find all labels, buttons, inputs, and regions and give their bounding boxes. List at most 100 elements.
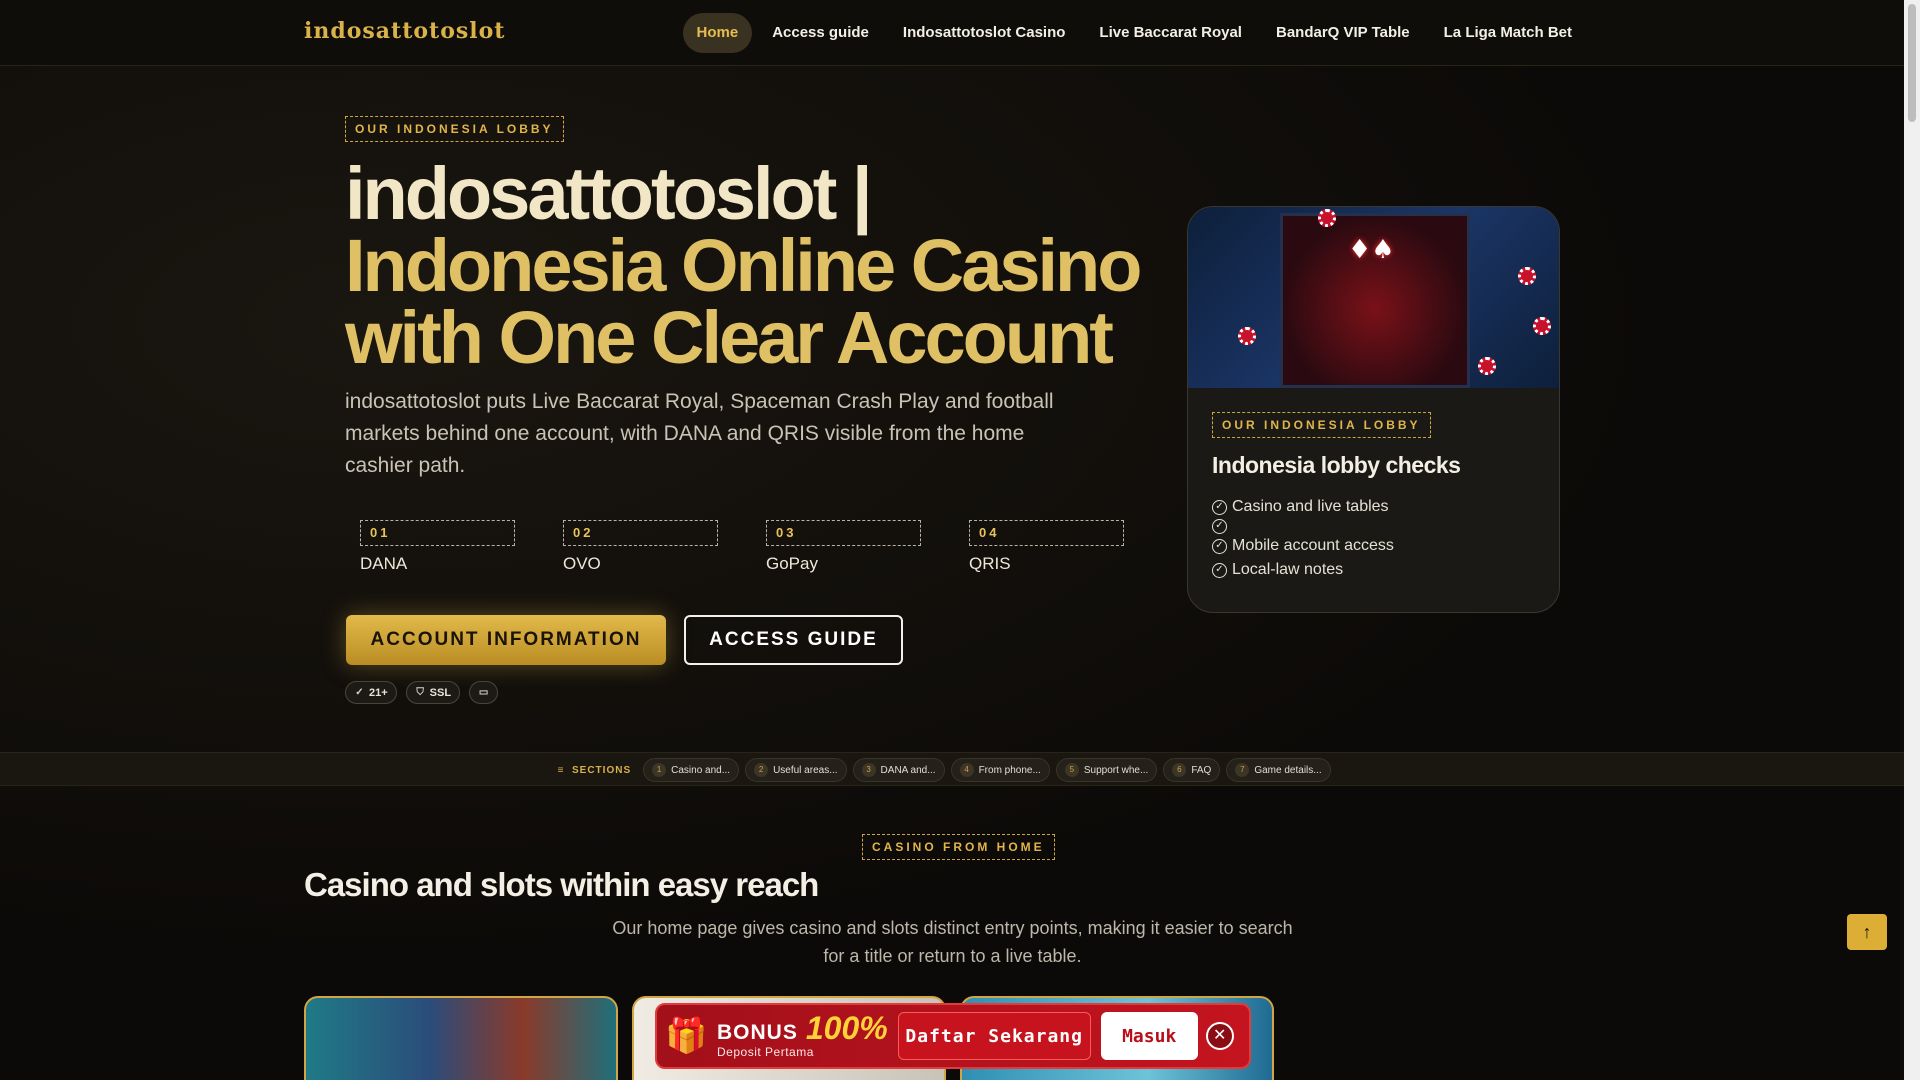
hero-lead: indosattotoslot puts Live Baccarat Royal… [345, 390, 1054, 477]
check-item: ✓ [1212, 519, 1535, 534]
payment-item-dana: 01 DANA [360, 520, 515, 574]
section-chip[interactable]: 5 Support whe... [1055, 758, 1158, 782]
shield-icon: ⛉ [416, 687, 424, 698]
payment-item-qris: 04 QRIS [969, 520, 1124, 574]
payment-name: GoPay [766, 554, 818, 573]
scrollbar-thumb[interactable] [1908, 4, 1916, 122]
hero-tag: OUR INDONESIA LOBBY [345, 116, 564, 142]
payment-item-ovo: 02 OVO [563, 520, 718, 574]
arrow-up-icon: ↑ [1862, 922, 1872, 942]
gift-icon: 🎁 [665, 1017, 708, 1055]
bonus-subtitle: Deposit Pertama [717, 1045, 814, 1059]
casino-tag-wrap: CASINO FROM HOME [862, 834, 1055, 860]
chip-graphic [1518, 267, 1536, 285]
chip-graphic [1318, 209, 1336, 227]
section-chip-number: 1 [652, 763, 667, 777]
close-icon[interactable]: ✕ [1205, 1022, 1234, 1050]
nav-access-guide[interactable]: Access guide [758, 13, 883, 53]
section-chip-label: Casino and... [671, 764, 731, 776]
access-guide-button[interactable]: ACCESS GUIDE [684, 615, 903, 665]
section-chip-number: 4 [959, 763, 974, 777]
hero-buttons: ACCOUNT INFORMATION ACCESS GUIDE [346, 615, 903, 665]
hero-title: indosattotoslot | Indonesia Online Casin… [345, 152, 1145, 379]
payment-number: 01 [360, 520, 515, 546]
section-chip[interactable]: 2 Useful areas... [745, 758, 847, 782]
section-chip[interactable]: 3 DANA and... [852, 758, 945, 782]
check-icon: ✓ [1212, 538, 1227, 554]
nav-live-baccarat[interactable]: Live Baccarat Royal [1085, 13, 1256, 53]
check-item-label: Local-law notes [1232, 561, 1344, 578]
lobby-card-tag: OUR INDONESIA LOBBY [1212, 412, 1431, 438]
section-chip-label: Support whe... [1083, 764, 1149, 776]
check-icon: ✓ [1212, 499, 1227, 515]
nav-home[interactable]: Home [682, 13, 753, 53]
hero-title-line-1: indosattotoslot | [345, 152, 873, 235]
section-chip-number: 2 [754, 763, 769, 777]
lobby-card-title: Indonesia lobby checks [1212, 452, 1461, 478]
payment-number: 02 [563, 520, 718, 546]
hero-title-line-2: Indonesia Online Casino [345, 224, 1142, 307]
payment-number: 03 [766, 520, 921, 546]
lobby-check-list: ✓ Casino and live tables ✓ ✓ Mobile accoun… [1212, 495, 1535, 582]
section-chip-label: Game details... [1254, 764, 1322, 776]
nav-bandarq[interactable]: BandarQ VIP Table [1262, 13, 1424, 53]
game-card[interactable] [304, 996, 618, 1080]
hero-tag-wrap: OUR INDONESIA LOBBY [345, 116, 564, 142]
nav-casino[interactable]: Indosattotoslot Casino [889, 13, 1080, 53]
lobby-card: ♦♠ OUR INDONESIA LOBBY Indonesia lobby c… [1187, 206, 1560, 613]
casino-cards-image: ♦♠ [1188, 207, 1559, 388]
payment-name: OVO [563, 554, 601, 573]
card-badge: ▭ [469, 681, 499, 704]
section-chip-label: FAQ [1191, 764, 1212, 776]
payment-item-gopay: 03 GoPay [766, 520, 921, 574]
section-chip-label: DANA and... [880, 764, 936, 776]
check-item-label: Casino and live tables [1232, 498, 1389, 515]
section-chip[interactable]: 1 Casino and... [643, 758, 740, 782]
check-item: ✓ Mobile account access [1212, 534, 1535, 558]
age-badge-label: 21+ [369, 686, 388, 699]
scrollbar[interactable] [1904, 0, 1920, 1080]
section-chip[interactable]: 4 From phone... [950, 758, 1050, 782]
check-item-label: Mobile account access [1232, 537, 1394, 554]
chip-graphic [1238, 327, 1256, 345]
casino-subtitle: Our home page gives casino and slots dis… [612, 918, 1293, 966]
page: indosattotoslot Home Access guide Indosa… [0, 0, 1920, 1080]
bonus-percent: 100% [805, 1010, 888, 1046]
trust-badges: ✓ 21+ ⛉ SSL ▭ [345, 681, 499, 704]
register-button[interactable]: Daftar Sekarang [897, 1012, 1091, 1060]
section-chip-number: 7 [1235, 763, 1250, 777]
section-chip[interactable]: 7 Game details... [1226, 758, 1331, 782]
payment-list: 01 DANA 02 OVO 03 GoPay 04 QRIS [360, 520, 1124, 574]
top-nav: indosattotoslot Home Access guide Indosa… [0, 0, 1904, 66]
site-logo[interactable]: indosattotoslot [304, 18, 505, 49]
credit-card-icon: ▭ [478, 687, 489, 698]
check-item: ✓ Casino and live tables [1212, 495, 1535, 519]
ssl-badge: ⛉ SSL [405, 681, 461, 704]
check-icon: ✓ [1212, 519, 1227, 534]
login-button[interactable]: Masuk [1100, 1012, 1198, 1060]
bonus-banner: 🎁 BONUS 100% Deposit Pertama Daftar Seka… [655, 1003, 1251, 1069]
section-chip-number: 6 [1172, 763, 1187, 777]
ssl-badge-label: SSL [429, 686, 452, 699]
casino-tag: CASINO FROM HOME [862, 834, 1055, 860]
nav-la-liga[interactable]: La Liga Match Bet [1430, 13, 1586, 53]
payment-number: 04 [969, 520, 1124, 546]
bonus-label: BONUS [717, 1021, 798, 1044]
section-chip-label: From phone... [978, 764, 1041, 776]
main-menu: Home Access guide Indosattotoslot Casino… [682, 13, 1587, 53]
age-badge: ✓ 21+ [345, 681, 397, 704]
section-chip-number: 5 [1064, 763, 1079, 777]
casino-title: Casino and slots within easy reach [304, 866, 819, 903]
payment-name: DANA [360, 554, 408, 573]
section-chip-number: 3 [861, 763, 876, 777]
payment-name: QRIS [969, 554, 1011, 573]
check-icon: ✓ [1212, 562, 1227, 578]
sections-bar: ≡ SECTIONS 1 Casino and... 2 Useful areas.… [0, 752, 1904, 786]
chip-graphic [1478, 357, 1496, 375]
sections-label: SECTIONS [572, 764, 632, 776]
section-chip[interactable]: 6 FAQ [1163, 758, 1221, 782]
account-information-button[interactable]: ACCOUNT INFORMATION [346, 615, 666, 665]
check-item: ✓ Local-law notes [1212, 558, 1535, 582]
hero-title-line-3: with One Clear Account [345, 296, 1114, 379]
back-to-top-button[interactable]: ↑ [1847, 914, 1887, 950]
